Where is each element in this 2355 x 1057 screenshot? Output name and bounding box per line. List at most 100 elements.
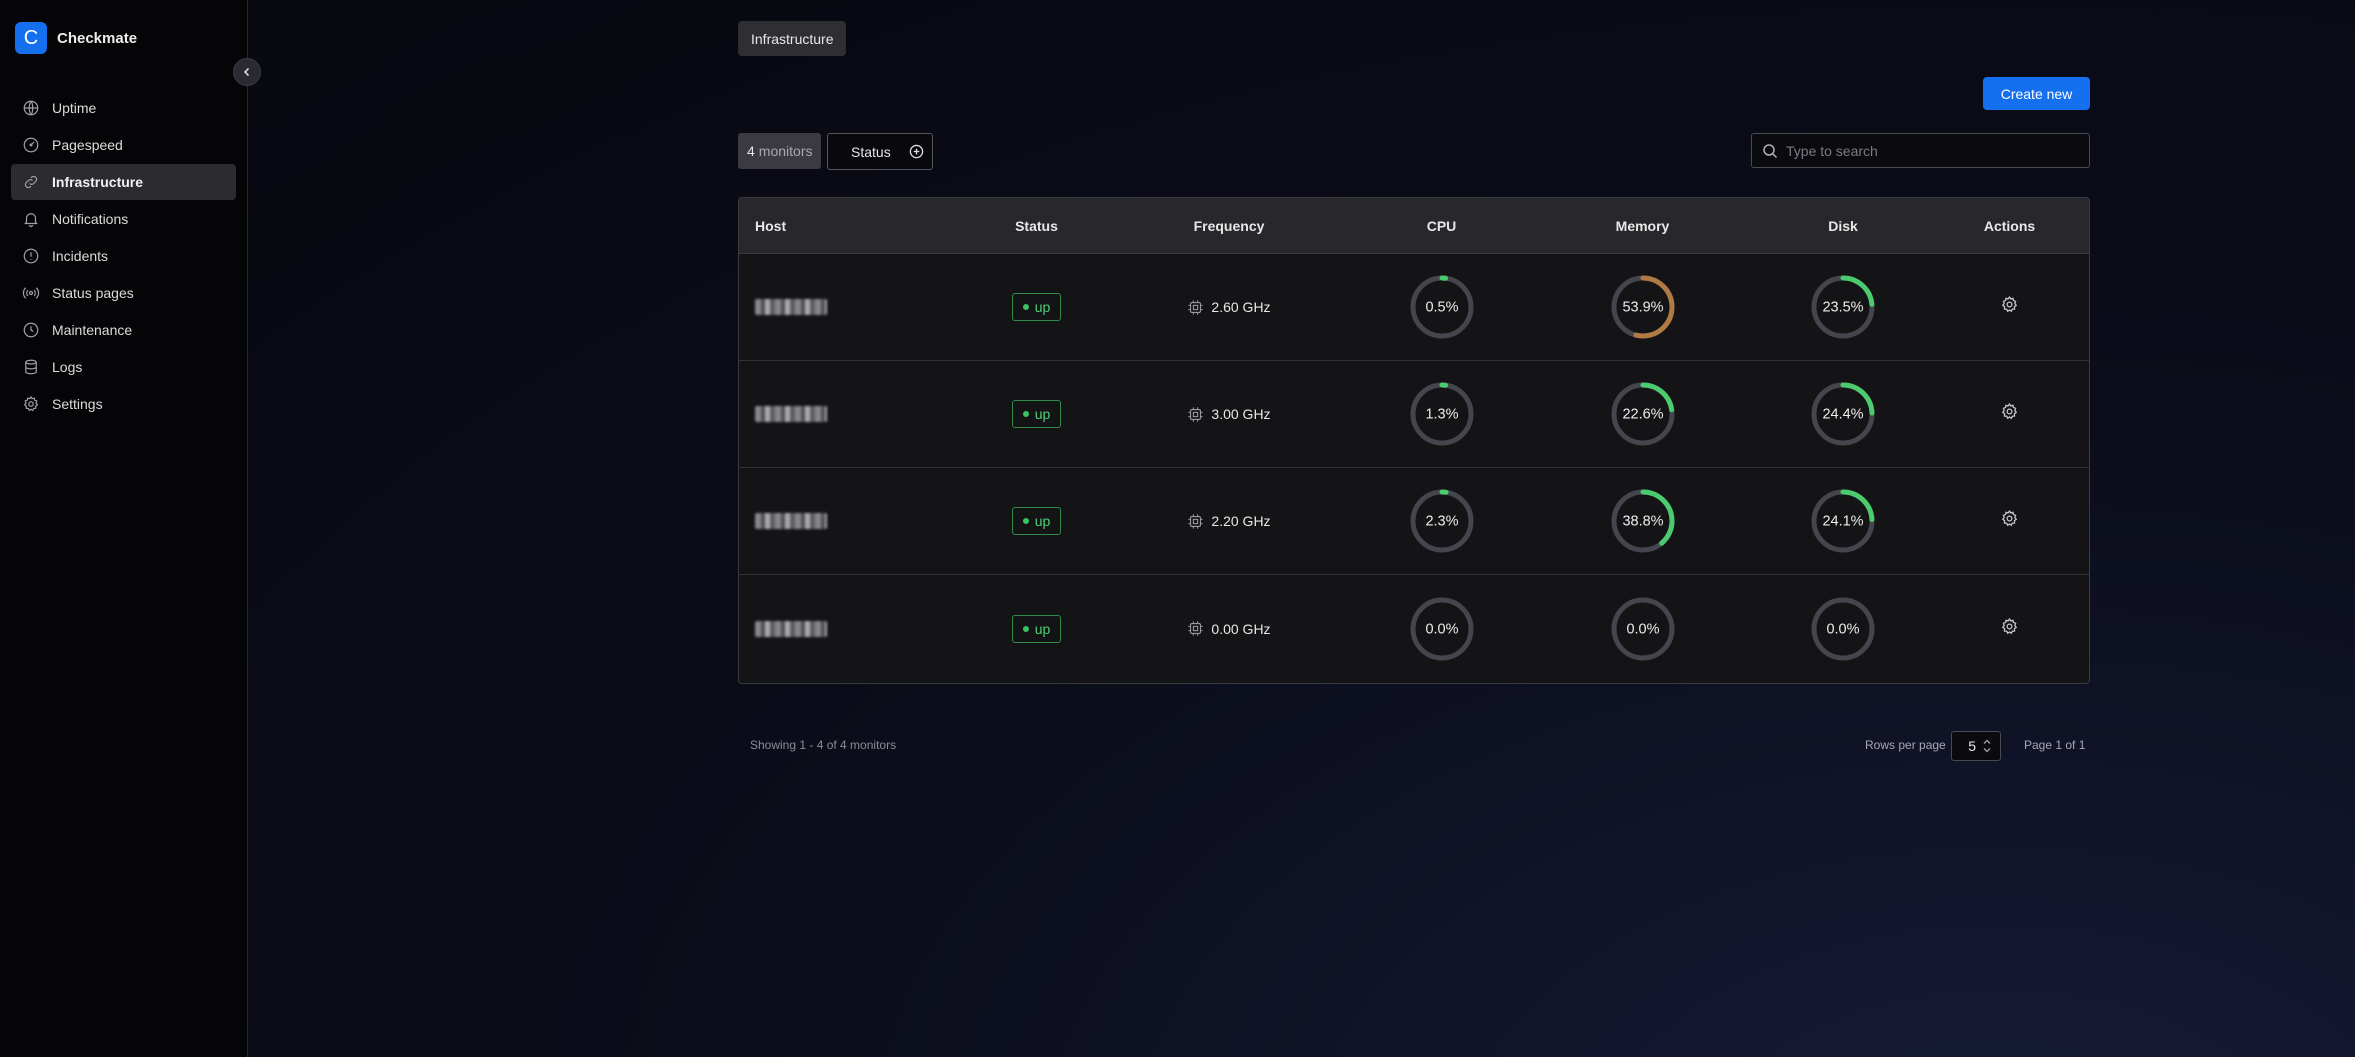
status-badge: up	[1011, 400, 1062, 428]
host-cell	[739, 299, 969, 315]
sidebar-item-label: Logs	[52, 359, 83, 375]
cpu-chip-icon	[1188, 513, 1204, 529]
gear-icon	[23, 395, 39, 412]
monitor-count-value: 4	[747, 143, 755, 159]
gauge-value: 0.5%	[1425, 300, 1458, 316]
cpu-gauge: 0.5%	[1410, 275, 1473, 339]
cpu-cell: 0.0%	[1354, 596, 1529, 662]
gear-icon	[2001, 617, 2018, 634]
frequency-value: 0.00 GHz	[1211, 620, 1271, 637]
sidebar-item-logs[interactable]: Logs	[11, 349, 236, 385]
sidebar-item-status-pages[interactable]: Status pages	[11, 275, 236, 311]
cpu-cell: 2.3%	[1354, 488, 1529, 554]
memory-cell: 53.9%	[1529, 274, 1756, 340]
table-row[interactable]: up 3.00 GHz 1.3% 22.6% 24.4%	[739, 361, 2089, 468]
table-row[interactable]: up 2.60 GHz 0.5% 53.9% 23.5%	[739, 254, 2089, 361]
rows-per-page-select[interactable]: 5	[1951, 731, 2001, 761]
sidebar-item-label: Notifications	[52, 211, 129, 227]
disk-gauge: 23.5%	[1811, 275, 1875, 339]
cpu-chip-icon	[1188, 406, 1204, 422]
rows-per-page-label: Rows per page	[1865, 738, 1946, 752]
status-cell: up	[969, 293, 1104, 321]
header-status[interactable]: Status	[969, 218, 1104, 234]
sidebar-nav: Uptime Pagespeed Infrastructure Notificatio…	[11, 90, 236, 423]
header-cpu[interactable]: CPU	[1354, 218, 1529, 234]
header-host[interactable]: Host	[739, 218, 969, 234]
monitor-count-badge: 4 monitors	[738, 133, 822, 169]
row-settings-button[interactable]	[2000, 402, 2019, 426]
sidebar-item-settings[interactable]: Settings	[11, 386, 236, 422]
actions-cell	[1930, 402, 2089, 426]
memory-gauge: 53.9%	[1611, 275, 1674, 339]
cpu-chip-icon	[1188, 299, 1204, 315]
memory-gauge: 38.8%	[1611, 489, 1674, 553]
globe-icon	[23, 100, 39, 116]
memory-gauge: 0.0%	[1611, 597, 1674, 660]
status-text: up	[1034, 513, 1051, 529]
table-row[interactable]: up 2.20 GHz 2.3% 38.8% 24.1%	[739, 468, 2089, 575]
sidebar-item-uptime[interactable]: Uptime	[11, 90, 236, 126]
memory-cell: 0.0%	[1529, 596, 1756, 662]
status-cell: up	[969, 400, 1104, 428]
host-cell	[739, 513, 969, 529]
cpu-gauge: 0.0%	[1410, 597, 1473, 660]
host-name-redacted	[755, 406, 827, 422]
status-text: up	[1034, 299, 1051, 315]
monitor-count-suffix: monitors	[758, 143, 813, 159]
disk-cell: 24.4%	[1756, 381, 1930, 447]
header-disk[interactable]: Disk	[1756, 218, 1930, 234]
sidebar-item-notifications[interactable]: Notifications	[11, 201, 236, 237]
breadcrumb[interactable]: Infrastructure	[738, 21, 847, 56]
create-new-button[interactable]: Create new	[1983, 77, 2090, 110]
row-settings-button[interactable]	[2000, 295, 2019, 319]
sidebar-item-infrastructure[interactable]: Infrastructure	[11, 164, 236, 200]
cpu-gauge: 2.3%	[1410, 489, 1473, 553]
table-header: Host Status Frequency CPU Memory Disk Ac…	[739, 198, 2089, 254]
search-box[interactable]	[1751, 133, 2090, 168]
status-cell: up	[969, 614, 1104, 643]
status-dot	[1022, 411, 1029, 417]
clock-icon	[23, 322, 39, 338]
status-dot	[1022, 625, 1029, 632]
sidebar-item-label: Settings	[52, 396, 103, 412]
disk-cell: 0.0%	[1756, 596, 1930, 662]
cpu-cell: 1.3%	[1354, 381, 1529, 447]
gauge-value: 0.0%	[1425, 621, 1458, 637]
frequency-cell: 0.00 GHz	[1104, 620, 1354, 637]
sidebar-item-label: Maintenance	[52, 322, 133, 338]
status-dot	[1022, 518, 1029, 524]
gear-icon	[2001, 295, 2018, 313]
search-input[interactable]	[1786, 142, 2076, 159]
memory-cell: 38.8%	[1529, 488, 1756, 554]
gauge-value: 2.3%	[1425, 514, 1458, 530]
frequency-cell: 3.00 GHz	[1104, 406, 1354, 423]
cpu-chip-icon	[1188, 621, 1204, 636]
gauge-value: 0.0%	[1826, 621, 1859, 637]
sidebar-item-label: Incidents	[52, 248, 109, 264]
frequency-cell: 2.60 GHz	[1104, 299, 1354, 316]
status-cell: up	[969, 507, 1104, 535]
gauge-value: 53.9%	[1622, 300, 1663, 316]
sidebar-item-maintenance[interactable]: Maintenance	[11, 312, 236, 348]
header-memory[interactable]: Memory	[1529, 218, 1756, 234]
memory-gauge: 22.6%	[1611, 382, 1674, 446]
sidebar-item-incidents[interactable]: Incidents	[11, 238, 236, 274]
brand[interactable]: C Checkmate	[15, 22, 137, 54]
frequency-value: 3.00 GHz	[1211, 406, 1271, 422]
gauge-icon	[23, 137, 39, 153]
status-badge: up	[1011, 507, 1062, 535]
sidebar-item-pagespeed[interactable]: Pagespeed	[11, 127, 236, 163]
chevron-up-down-icon	[1983, 739, 1991, 753]
row-settings-button[interactable]	[2000, 509, 2019, 533]
header-frequency[interactable]: Frequency	[1104, 218, 1354, 234]
collapse-sidebar-button[interactable]	[233, 58, 261, 86]
broadcast-icon	[22, 287, 40, 299]
row-settings-button[interactable]	[2000, 617, 2019, 641]
status-filter-label: Status	[851, 143, 891, 160]
add-circle-icon	[909, 144, 924, 159]
actions-cell	[1930, 617, 2089, 641]
gauge-value: 23.5%	[1822, 300, 1863, 316]
memory-cell: 22.6%	[1529, 381, 1756, 447]
table-row[interactable]: up 0.00 GHz 0.0% 0.0% 0.0%	[739, 575, 2089, 682]
status-filter-button[interactable]: Status	[827, 133, 933, 170]
